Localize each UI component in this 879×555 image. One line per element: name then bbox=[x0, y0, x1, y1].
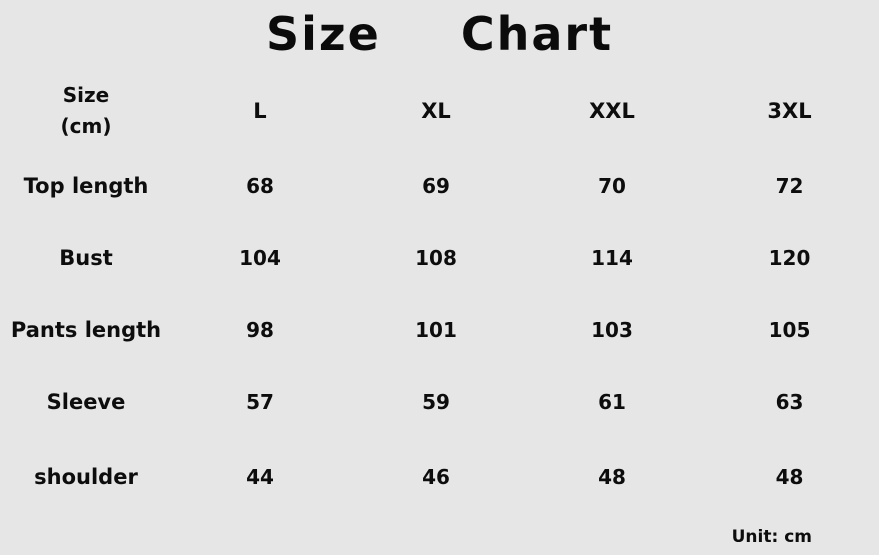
cell-pants-length-3xl: 105 bbox=[768, 318, 811, 342]
cell-top-length-xl: 69 bbox=[422, 174, 450, 198]
cell-bust-l: 104 bbox=[239, 246, 281, 270]
cell-sleeve-l: 57 bbox=[246, 390, 274, 414]
column-header-3xl: 3XL bbox=[767, 99, 812, 123]
cell-top-length-l: 68 bbox=[246, 174, 274, 198]
column-header-size-cm: Size (cm) bbox=[60, 83, 112, 138]
column-header-l: L bbox=[253, 99, 267, 123]
page-title: Size Chart bbox=[265, 7, 614, 61]
row-label-top-length: Top length bbox=[23, 174, 149, 198]
cell-bust-xl: 108 bbox=[415, 246, 457, 270]
table-row: Pants length 98 101 103 105 bbox=[0, 294, 879, 366]
table-body: Top length 68 69 70 72 Bust 104 108 114 … bbox=[0, 150, 879, 515]
row-label-sleeve: Sleeve bbox=[46, 390, 126, 414]
unit-note: Unit: cm bbox=[731, 527, 812, 547]
cell-bust-xxl: 114 bbox=[591, 246, 633, 270]
table-row: Bust 104 108 114 120 bbox=[0, 222, 879, 294]
cell-shoulder-l: 44 bbox=[246, 464, 274, 489]
cell-top-length-3xl: 72 bbox=[775, 174, 804, 198]
row-label-shoulder: shoulder bbox=[34, 464, 138, 489]
cell-top-length-xxl: 70 bbox=[598, 174, 626, 198]
column-header-xxl: XXL bbox=[589, 99, 635, 123]
size-chart-table: Size (cm) L XL XXL 3XL Top length 68 69 … bbox=[0, 72, 879, 515]
table-row: shoulder 44 46 48 48 bbox=[0, 438, 879, 515]
header-row: Size (cm) L XL XXL 3XL bbox=[0, 72, 879, 150]
cell-pants-length-l: 98 bbox=[246, 318, 274, 342]
cell-sleeve-3xl: 63 bbox=[775, 390, 804, 414]
table-row: Sleeve 57 59 61 63 bbox=[0, 366, 879, 438]
table-header: Size (cm) L XL XXL 3XL bbox=[0, 72, 879, 150]
column-header-xl: XL bbox=[421, 99, 451, 123]
row-label-bust: Bust bbox=[59, 246, 113, 270]
cell-bust-3xl: 120 bbox=[768, 246, 811, 270]
cell-shoulder-xxl: 48 bbox=[598, 464, 626, 489]
cell-shoulder-3xl: 48 bbox=[775, 464, 804, 489]
size-chart-sheet: Size Chart Size (cm) L XL XXL 3XL Top le… bbox=[0, 0, 879, 555]
cell-sleeve-xxl: 61 bbox=[598, 390, 626, 414]
cell-pants-length-xxl: 103 bbox=[591, 318, 633, 342]
cell-pants-length-xl: 101 bbox=[415, 318, 457, 342]
table-row: Top length 68 69 70 72 bbox=[0, 150, 879, 222]
row-label-pants-length: Pants length bbox=[10, 318, 162, 342]
cell-shoulder-xl: 46 bbox=[422, 464, 450, 489]
cell-sleeve-xl: 59 bbox=[422, 390, 450, 414]
